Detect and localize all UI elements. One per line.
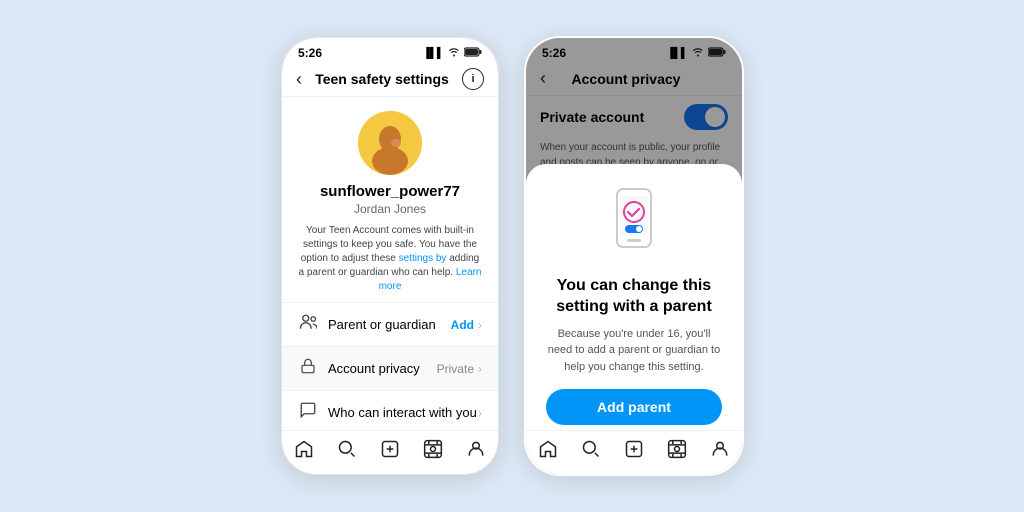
modal-card: You can change this setting with a paren…	[526, 164, 742, 474]
menu-label-parent: Parent or guardian	[328, 317, 451, 332]
nav-reel-left[interactable]	[423, 439, 443, 464]
phones-container: 5:26 ▐▌▌ ‹ Teen safety settings i	[280, 36, 744, 476]
signal-icon: ▐▌▌	[423, 48, 444, 59]
nav-bar-left: ‹ Teen safety settings i	[282, 64, 498, 97]
settings-link[interactable]: settings by	[399, 253, 447, 264]
menu-item-privacy[interactable]: Account privacy Private ›	[282, 346, 498, 390]
nav-home-right[interactable]	[538, 439, 558, 464]
modal-description: Because you're under 16, you'll need to …	[546, 326, 722, 376]
profile-description: Your Teen Account comes with built-in se…	[298, 224, 482, 294]
parent-icon	[298, 313, 318, 336]
info-button-left[interactable]: i	[462, 68, 484, 90]
modal-title: You can change this setting with a paren…	[546, 276, 722, 318]
real-name: Jordan Jones	[354, 202, 426, 216]
bottom-nav-left	[282, 430, 498, 474]
right-phone: 5:26 ▐▌▌ ‹ Account privacy	[524, 36, 744, 476]
modal-overlay: You can change this setting with a paren…	[526, 38, 742, 474]
nav-profile-right[interactable]	[710, 439, 730, 464]
nav-search-right[interactable]	[581, 439, 601, 464]
chevron-privacy: ›	[478, 362, 482, 376]
menu-label-privacy: Account privacy	[328, 361, 437, 376]
menu-value-privacy: Private	[437, 362, 474, 376]
menu-label-interact: Who can interact with you	[328, 405, 478, 420]
menu-add-parent[interactable]: Add	[451, 318, 474, 332]
nav-profile-left[interactable]	[466, 439, 486, 464]
status-bar-left: 5:26 ▐▌▌	[282, 38, 498, 64]
nav-add-left[interactable]	[380, 439, 400, 464]
battery-icon	[464, 47, 482, 60]
profile-section: sunflower_power77 Jordan Jones Your Teen…	[282, 97, 498, 302]
time-left: 5:26	[298, 46, 322, 60]
status-icons-left: ▐▌▌	[423, 47, 482, 60]
modal-icon-wrap	[546, 184, 722, 264]
chevron-interact: ›	[478, 406, 482, 420]
menu-item-interact[interactable]: Who can interact with you ›	[282, 390, 498, 434]
avatar	[358, 111, 422, 175]
interact-icon	[298, 401, 318, 424]
page-title-left: Teen safety settings	[302, 71, 462, 87]
username: sunflower_power77	[320, 183, 460, 200]
bottom-nav-right	[526, 430, 742, 474]
nav-home-left[interactable]	[294, 439, 314, 464]
menu-item-parent[interactable]: Parent or guardian Add ›	[282, 302, 498, 346]
phone-illustration-icon	[599, 184, 669, 264]
lock-icon	[298, 357, 318, 380]
nav-search-left[interactable]	[337, 439, 357, 464]
wifi-icon	[448, 47, 460, 60]
nav-add-right[interactable]	[624, 439, 644, 464]
left-phone: 5:26 ▐▌▌ ‹ Teen safety settings i	[280, 36, 500, 476]
chevron-parent: ›	[478, 318, 482, 332]
add-parent-button[interactable]: Add parent	[546, 389, 722, 425]
nav-reel-right[interactable]	[667, 439, 687, 464]
